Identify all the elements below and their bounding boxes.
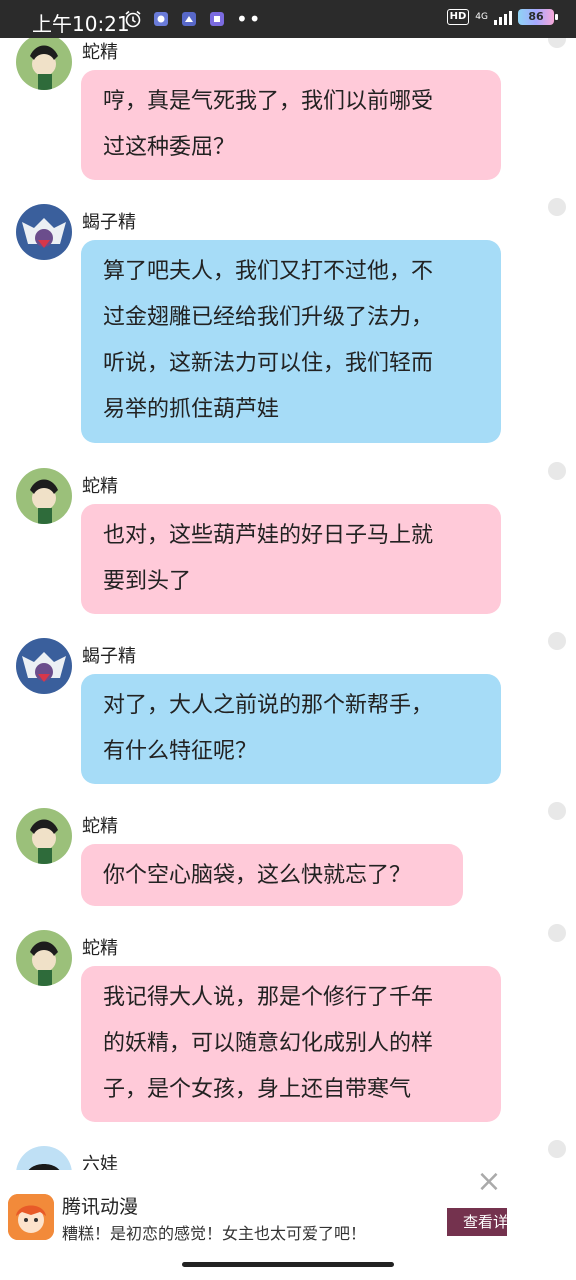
snake-avatar[interactable] [16,468,72,524]
home-indicator[interactable] [182,1262,394,1267]
message-bubble[interactable]: 也对，这些葫芦娃的好日子马上就 要到头了 [81,504,501,614]
sender-name: 蛇精 [82,476,118,497]
select-radio[interactable] [548,1140,566,1158]
app-notification-icon [182,12,196,26]
sender-name: 蝎子精 [82,212,136,233]
sender-name: 蛇精 [82,938,118,959]
status-bar: 上午10:21 •• HD 4G 86 [0,0,576,38]
snake-avatar[interactable] [16,808,72,864]
message-bubble[interactable]: 你个空心脑袋，这么快就忘了？ [81,844,463,906]
close-icon[interactable]: × [476,1167,502,1197]
message-bubble[interactable]: 算了吧夫人，我们又打不过他，不 过金翅雕已经给我们升级了法力， 听说，这新法力可… [81,240,501,443]
network-type: 4G [475,11,488,22]
select-radio[interactable] [548,632,566,650]
tencent-comic-logo-icon [8,1194,54,1240]
more-notifications-icon: •• [236,7,262,31]
app-notification-icon [154,12,168,26]
select-radio[interactable] [548,924,566,942]
battery-level: 86 [528,10,544,23]
app-notification-icon [210,12,224,26]
battery-icon: 86 [518,9,558,25]
sender-name: 蛇精 [82,42,118,63]
sender-name: 蝎子精 [82,646,136,667]
status-notification-icons: •• [124,7,262,31]
signal-icon [494,9,512,25]
ad-subtitle: 糟糕！是初恋的感觉！女主也太可爱了吧！ [62,1224,367,1243]
scorpion-avatar[interactable] [16,204,72,260]
scorpion-avatar[interactable] [16,638,72,694]
hd-icon: HD [446,9,470,25]
ad-view-button[interactable]: 查看详情 [447,1208,507,1236]
alarm-icon [125,10,141,28]
status-system-icons: HD 4G 86 [446,9,558,25]
select-radio[interactable] [548,462,566,480]
snake-avatar[interactable] [16,930,72,986]
select-radio[interactable] [548,198,566,216]
status-time: 上午10:21 [32,12,130,36]
ad-title: 腾讯动漫 [62,1196,139,1218]
select-radio[interactable] [548,802,566,820]
message-bubble[interactable]: 我记得大人说，那是个修行了千年 的妖精，可以随意幻化成别人的样 子，是个女孩，身… [81,966,501,1122]
message-bubble[interactable]: 对了，大人之前说的那个新帮手， 有什么特征呢？ [81,674,501,784]
message-bubble[interactable]: 哼，真是气死我了，我们以前哪受 过这种委屈？ [81,70,501,180]
sender-name: 蛇精 [82,816,118,837]
snake-avatar[interactable] [16,34,72,90]
